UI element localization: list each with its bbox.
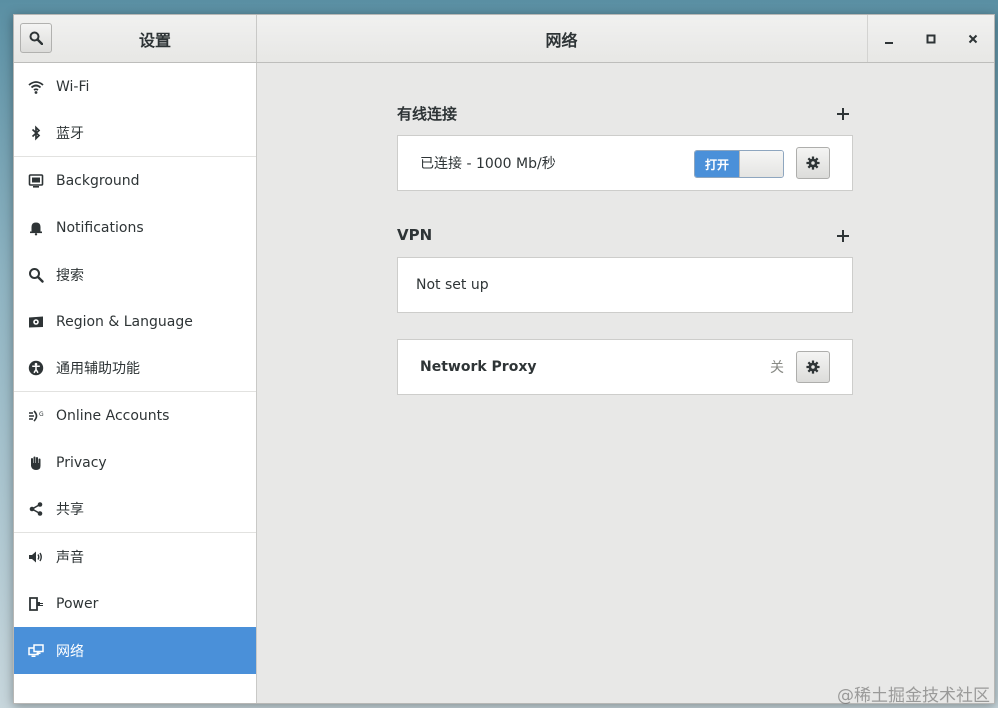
sidebar-item-wifi[interactable]: Wi-Fi xyxy=(14,63,256,110)
svg-text:G: G xyxy=(39,411,44,418)
maximize-button[interactable] xyxy=(917,25,945,53)
watermark: @稀土掘金技术社区 xyxy=(837,686,990,706)
online-accounts-icon: G xyxy=(27,407,45,425)
hand-icon xyxy=(27,454,45,472)
network-proxy-card[interactable]: Network Proxy 关 xyxy=(397,339,853,395)
switch-on-label: 打开 xyxy=(695,151,739,177)
add-wired-button[interactable] xyxy=(833,101,853,125)
minimize-button[interactable] xyxy=(875,25,903,53)
search-icon xyxy=(27,266,45,284)
search-button[interactable] xyxy=(20,23,52,53)
sidebar-item-label: Power xyxy=(56,595,99,612)
share-icon xyxy=(27,500,45,518)
wired-section-header: 有线连接 xyxy=(397,101,853,125)
proxy-title: Network Proxy xyxy=(420,359,537,375)
sidebar-item-notifications[interactable]: Notifications xyxy=(14,204,256,251)
background-icon xyxy=(27,172,45,190)
wired-section-title: 有线连接 xyxy=(397,104,458,123)
sidebar-item-label: Notifications xyxy=(56,219,144,236)
sidebar-item-bluetooth[interactable]: 蓝牙 xyxy=(14,110,256,157)
sidebar-item-background[interactable]: Background xyxy=(14,157,256,204)
sidebar-item-label: 声音 xyxy=(56,549,84,566)
header-left: 设置 xyxy=(14,15,257,62)
bell-icon xyxy=(27,219,45,237)
gear-icon xyxy=(806,360,820,374)
sidebar-item-label: 共享 xyxy=(56,502,84,518)
sidebar-item-region-language[interactable]: Region & Language xyxy=(14,298,256,345)
minimize-icon xyxy=(885,41,893,44)
settings-title: 设置 xyxy=(138,30,171,50)
sidebar-item-label: Wi-Fi xyxy=(56,78,90,95)
proxy-settings-button[interactable] xyxy=(796,351,830,383)
sidebar-item-label: 通用辅助功能 xyxy=(56,361,140,377)
settings-window: 设置 网络 Wi-Fi 蓝牙 Background Notifications … xyxy=(13,14,995,704)
sidebar-item-sound[interactable]: 声音 xyxy=(14,533,256,580)
accessibility-icon xyxy=(27,359,45,377)
sidebar-item-label: Privacy xyxy=(56,454,107,471)
sidebar-item-privacy[interactable]: Privacy xyxy=(14,439,256,486)
sidebar-item-label: 搜索 xyxy=(56,267,84,284)
sidebar-item-label: Background xyxy=(56,172,140,189)
page-title: 网络 xyxy=(545,30,578,50)
sidebar-item-network[interactable]: 网络 xyxy=(14,627,256,674)
region-icon xyxy=(27,313,45,331)
maximize-icon xyxy=(926,34,936,43)
sidebar-item-sharing[interactable]: 共享 xyxy=(14,486,256,533)
power-icon xyxy=(27,595,45,613)
gear-icon xyxy=(806,156,820,170)
switch-knob xyxy=(739,151,783,177)
sidebar: Wi-Fi 蓝牙 Background Notifications 搜索 Reg… xyxy=(14,63,257,703)
header-bar: 设置 网络 xyxy=(14,15,994,63)
vpn-status: Not set up xyxy=(416,277,489,293)
add-vpn-button[interactable] xyxy=(833,223,853,247)
speaker-icon xyxy=(27,548,45,566)
sidebar-item-power[interactable]: Power xyxy=(14,580,256,627)
sidebar-item-accessibility[interactable]: 通用辅助功能 xyxy=(14,345,256,392)
vpn-section-title: VPN xyxy=(397,226,433,244)
wired-toggle-switch[interactable]: 打开 xyxy=(694,150,784,178)
vpn-section-header: VPN xyxy=(397,223,853,247)
wired-status: 已连接 - 1000 Mb/秒 xyxy=(420,156,556,172)
wired-settings-button[interactable] xyxy=(796,147,830,179)
sidebar-item-label: 网络 xyxy=(56,643,84,660)
proxy-status: 关 xyxy=(770,360,784,376)
sidebar-item-label: Region & Language xyxy=(56,313,193,330)
close-button[interactable] xyxy=(959,25,987,53)
vpn-card: Not set up xyxy=(397,257,853,313)
plus-icon xyxy=(837,230,849,242)
wired-connection-card: 已连接 - 1000 Mb/秒 打开 xyxy=(397,135,853,191)
wifi-icon xyxy=(27,78,45,96)
sidebar-item-online-accounts[interactable]: G Online Accounts xyxy=(14,392,256,439)
network-icon xyxy=(27,642,45,660)
sidebar-item-search[interactable]: 搜索 xyxy=(14,251,256,298)
plus-icon xyxy=(837,108,849,120)
window-controls xyxy=(867,15,994,62)
bluetooth-icon xyxy=(27,124,45,142)
close-icon xyxy=(968,34,978,43)
search-icon xyxy=(29,31,43,45)
sidebar-item-label: 蓝牙 xyxy=(56,126,84,142)
sidebar-item-label: Online Accounts xyxy=(56,407,170,424)
main-content: 有线连接 已连接 - 1000 Mb/秒 打开 VPN Not set up N… xyxy=(257,63,994,703)
